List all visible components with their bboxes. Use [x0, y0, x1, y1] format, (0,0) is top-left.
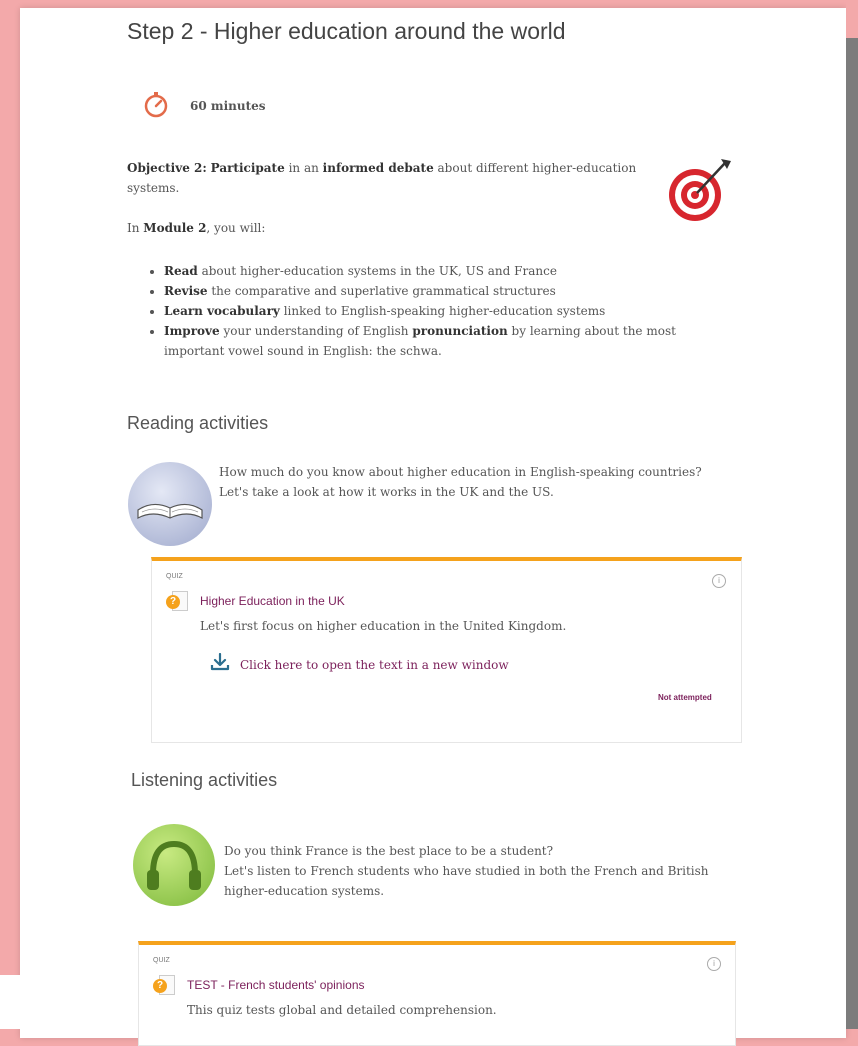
quiz-title-link[interactable]: TEST - French students' opinions: [187, 978, 365, 992]
goal-item: Improve your understanding of English pr…: [164, 321, 724, 361]
goal-text: the comparative and superlative grammati…: [207, 284, 556, 298]
goal-text: about higher-education systems in the UK…: [197, 264, 557, 278]
reading-intro-line: Let's take a look at how it works in the…: [219, 485, 554, 499]
quiz-icon: ?: [153, 979, 167, 993]
page-title: Step 2 - Higher education around the wor…: [127, 18, 566, 44]
module-intro-post: , you will:: [206, 221, 266, 235]
goal-verb: Learn vocabulary: [164, 304, 280, 318]
goal-verb: Read: [164, 264, 198, 278]
objective-verb: Participate: [210, 161, 285, 175]
reading-intro-line: How much do you know about higher educat…: [219, 465, 702, 479]
listening-intro-line: higher-education systems.: [224, 884, 385, 898]
quiz-icon: ?: [166, 595, 180, 609]
stopwatch-icon: [144, 92, 168, 118]
listening-intro: Do you think France is the best place to…: [224, 841, 709, 901]
bottom-strip: [0, 975, 20, 1029]
objective-text: Objective 2: Participate in an informed …: [127, 158, 657, 198]
goal-text: your understanding of English: [219, 324, 413, 338]
goal-item: Revise the comparative and superlative g…: [164, 281, 724, 301]
quiz-description: This quiz tests global and detailed comp…: [187, 1003, 497, 1017]
quiz-card-uk: QUIZ i ? Higher Education in the UK Let'…: [151, 557, 742, 743]
module-name: Module 2: [143, 221, 207, 235]
objective-emphasis: informed debate: [322, 161, 434, 175]
open-text-link[interactable]: Click here to open the text in a new win…: [240, 658, 509, 672]
info-icon[interactable]: i: [707, 957, 721, 971]
goal-text: linked to English-speaking higher-educat…: [279, 304, 606, 318]
activity-kind: QUIZ: [166, 573, 183, 580]
download-icon[interactable]: [210, 653, 230, 671]
activity-kind: QUIZ: [153, 957, 170, 964]
listening-heading: Listening activities: [131, 770, 278, 790]
headphones-icon: [133, 824, 215, 906]
reading-heading: Reading activities: [127, 413, 269, 433]
goals-list: Read about higher-education systems in t…: [148, 261, 724, 361]
objective-label: Objective 2:: [127, 161, 207, 175]
goal-emphasis: pronunciation: [412, 324, 508, 338]
goal-item: Learn vocabulary linked to English-speak…: [164, 301, 724, 321]
target-icon: [669, 159, 731, 221]
completion-status: Not attempted: [658, 693, 712, 702]
module-intro: In Module 2, you will:: [127, 218, 265, 238]
module-intro-pre: In: [127, 221, 140, 235]
quiz-card-france: QUIZ i ? TEST - French students' opinion…: [138, 941, 736, 1046]
book-icon: [128, 462, 212, 546]
objective-mid: in an: [288, 161, 319, 175]
quiz-description: Let's first focus on higher education in…: [200, 619, 567, 633]
duration-label: 60 minutes: [190, 99, 266, 113]
goal-item: Read about higher-education systems in t…: [164, 261, 724, 281]
reading-intro: How much do you know about higher educat…: [219, 462, 702, 502]
info-icon[interactable]: i: [712, 574, 726, 588]
goal-verb: Revise: [164, 284, 208, 298]
goal-verb: Improve: [164, 324, 220, 338]
listening-intro-line: Do you think France is the best place to…: [224, 844, 554, 858]
scrollbar[interactable]: [846, 0, 858, 1029]
quiz-title-link[interactable]: Higher Education in the UK: [200, 594, 345, 608]
listening-intro-line: Let's listen to French students who have…: [224, 864, 709, 878]
